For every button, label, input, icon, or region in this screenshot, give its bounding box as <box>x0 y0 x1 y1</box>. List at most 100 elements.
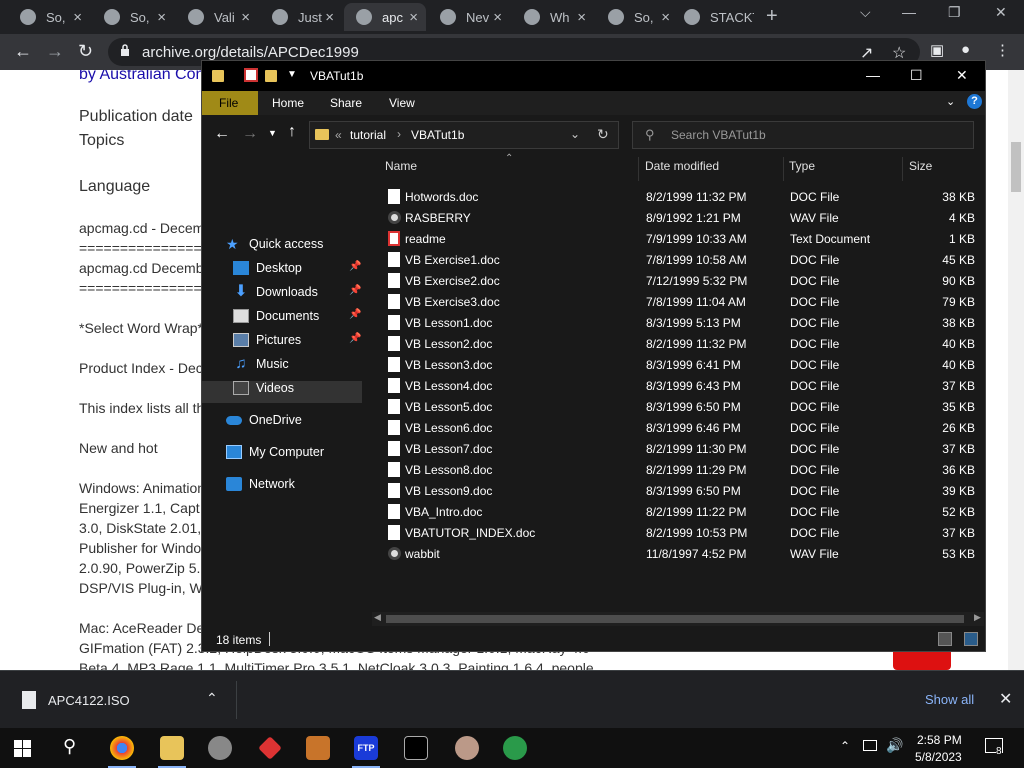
explorer-search-box[interactable]: ⚲ Search VBATut1b <box>632 121 974 149</box>
restore-icon[interactable]: ❐ <box>948 4 961 21</box>
column-divider[interactable] <box>783 157 784 181</box>
browser-tab[interactable]: apc × <box>344 3 426 31</box>
file-row[interactable]: VB Lesson7.doc 8/2/1999 11:30 PM DOC File 3… <box>365 439 985 460</box>
column-header-size[interactable]: Size <box>909 159 932 179</box>
side-panel-icon[interactable]: ▣ <box>930 41 944 59</box>
nav-downloads[interactable]: ⬇ Downloads <box>233 281 318 303</box>
file-row[interactable]: RASBERRY 8/9/1992 1:21 PM WAV File 4 KB <box>365 208 985 229</box>
file-row[interactable]: VB Lesson8.doc 8/2/1999 11:29 PM DOC File 3… <box>365 460 985 481</box>
ribbon-tab-view[interactable]: View <box>389 96 415 110</box>
close-icon[interactable]: ✕ <box>956 67 968 84</box>
tray-overflow-chevron-icon[interactable]: ⌃ <box>840 739 850 753</box>
pin-icon[interactable]: 📌 <box>349 333 361 344</box>
browser-tab[interactable]: So, × <box>92 3 174 31</box>
ribbon-expand-chevron-icon[interactable]: ⌄ <box>946 95 955 108</box>
details-view-icon[interactable] <box>938 632 952 646</box>
file-row[interactable]: readme 7/9/1999 10:33 AM Text Document 1 KB <box>365 229 985 250</box>
close-window-icon[interactable]: ✕ <box>995 4 1007 21</box>
minimize-icon[interactable]: — <box>902 4 916 20</box>
column-divider[interactable] <box>638 157 639 181</box>
file-row[interactable]: VB Lesson1.doc 8/3/1999 5:13 PM DOC File 38… <box>365 313 985 334</box>
forward-arrow-icon[interactable]: → <box>242 125 258 143</box>
nav-videos[interactable]: Videos <box>233 377 294 399</box>
browser-tab[interactable]: Just × <box>260 3 342 31</box>
ribbon-tab-share[interactable]: Share <box>330 96 362 110</box>
clock-date[interactable]: 5/8/2023 <box>915 750 962 764</box>
page-scrollbar-thumb[interactable] <box>1011 142 1021 192</box>
file-row[interactable]: VB Lesson9.doc 8/3/1999 6:50 PM DOC File 39… <box>365 481 985 502</box>
close-tab-icon[interactable]: × <box>493 9 502 26</box>
browser-app-icon[interactable] <box>306 736 330 760</box>
quick-access-dropdown-icon[interactable]: ▼ <box>287 69 301 83</box>
scroll-right-icon[interactable]: ▶ <box>974 612 981 623</box>
windows-start-icon[interactable] <box>14 740 31 757</box>
browser-tab[interactable]: Nev × <box>428 3 510 31</box>
column-header-type[interactable]: Type <box>789 159 815 179</box>
breadcrumb-tutorial[interactable]: tutorial <box>350 128 386 142</box>
forward-icon[interactable]: → <box>46 41 64 62</box>
close-tab-icon[interactable]: × <box>241 9 250 26</box>
nav-network[interactable]: Network <box>226 473 295 495</box>
maximize-icon[interactable]: ☐ <box>910 67 923 84</box>
file-row[interactable]: VBATUTOR_INDEX.doc 8/2/1999 10:53 PM DOC F… <box>365 523 985 544</box>
file-explorer-icon[interactable] <box>160 736 184 760</box>
file-row[interactable]: VB Exercise3.doc 7/8/1999 11:04 AM DOC Fil… <box>365 292 985 313</box>
up-arrow-icon[interactable]: ↑ <box>288 123 296 141</box>
close-tab-icon[interactable]: × <box>409 9 418 26</box>
recycle-app-icon[interactable] <box>503 736 527 760</box>
refresh-icon[interactable]: ↻ <box>597 126 609 143</box>
new-folder-icon[interactable] <box>265 70 277 82</box>
nav-music[interactable]: ♫ Music <box>233 353 288 375</box>
search-icon[interactable]: ⚲ <box>63 736 76 757</box>
tab-search-icon[interactable]: ⌵ <box>860 4 871 21</box>
file-row[interactable]: VBA_Intro.doc 8/2/1999 11:22 PM DOC File 52… <box>365 502 985 523</box>
file-row[interactable]: VB Lesson5.doc 8/3/1999 6:50 PM DOC File 35… <box>365 397 985 418</box>
back-icon[interactable]: ← <box>14 41 32 62</box>
network-status-icon[interactable] <box>863 740 877 751</box>
file-row[interactable]: wabbit 11/8/1997 4:52 PM WAV File 53 KB <box>365 544 985 565</box>
download-chevron-up-icon[interactable]: ⌃ <box>206 690 218 707</box>
chrome-icon[interactable] <box>110 736 134 760</box>
browser-tab[interactable]: Vali × <box>176 3 258 31</box>
browser-tab[interactable]: STACKT <box>672 3 760 31</box>
nav-documents[interactable]: Documents <box>233 305 319 327</box>
address-dropdown-icon[interactable]: ⌄ <box>570 127 580 141</box>
pin-icon[interactable]: 📌 <box>349 261 361 272</box>
file-row[interactable]: VB Lesson6.doc 8/3/1999 6:46 PM DOC File 26… <box>365 418 985 439</box>
help-icon[interactable]: ? <box>967 94 982 109</box>
nav-quick-access[interactable]: ★ Quick access <box>226 233 323 255</box>
file-row[interactable]: Hotwords.doc 8/2/1999 11:32 PM DOC File 38 … <box>365 187 985 208</box>
disk-drive-icon[interactable] <box>208 736 232 760</box>
volume-icon[interactable]: 🔊 <box>886 737 903 754</box>
column-header-date[interactable]: Date modified <box>645 159 719 179</box>
nav-pictures[interactable]: Pictures <box>233 329 301 351</box>
nav-my-computer[interactable]: My Computer <box>226 441 324 463</box>
close-downloads-icon[interactable]: ✕ <box>999 689 1012 709</box>
paint-app-icon[interactable] <box>455 736 479 760</box>
pin-icon[interactable]: 📌 <box>349 309 361 320</box>
webpage-text-line[interactable]: by Australian Con <box>79 70 204 84</box>
show-all-button[interactable]: Show all <box>925 692 974 707</box>
nav-desktop[interactable]: Desktop <box>233 257 302 279</box>
file-row[interactable]: VB Exercise1.doc 7/8/1999 10:58 AM DOC Fil… <box>365 250 985 271</box>
browser-tab[interactable]: Wh × <box>512 3 594 31</box>
close-tab-icon[interactable]: × <box>157 9 166 26</box>
nav-onedrive[interactable]: OneDrive <box>226 409 302 431</box>
breadcrumb-overflow[interactable]: « <box>335 128 342 142</box>
ribbon-tab-file-label[interactable]: File <box>219 96 238 110</box>
file-row[interactable]: VB Lesson3.doc 8/3/1999 6:41 PM DOC File 40… <box>365 355 985 376</box>
close-tab-icon[interactable]: × <box>325 9 334 26</box>
back-arrow-icon[interactable]: ← <box>214 125 230 143</box>
search-input[interactable]: Search VBATut1b <box>671 128 766 142</box>
pin-icon[interactable]: 📌 <box>349 285 361 296</box>
new-tab-icon[interactable]: + <box>766 5 778 28</box>
terminal-icon[interactable] <box>404 736 428 760</box>
large-icons-view-icon[interactable] <box>964 632 978 646</box>
download-filename[interactable]: APC4122.ISO <box>48 693 130 708</box>
close-tab-icon[interactable]: × <box>577 9 586 26</box>
explorer-title-bar[interactable]: ▼ VBATut1b — ☐ ✕ <box>202 61 985 91</box>
file-row[interactable]: VB Exercise2.doc 7/12/1999 5:32 PM DOC Fil… <box>365 271 985 292</box>
breadcrumb-vbatut1b[interactable]: VBATut1b <box>411 128 464 142</box>
rocket-app-icon[interactable] <box>258 736 282 760</box>
browser-tab[interactable]: So, × <box>596 3 678 31</box>
